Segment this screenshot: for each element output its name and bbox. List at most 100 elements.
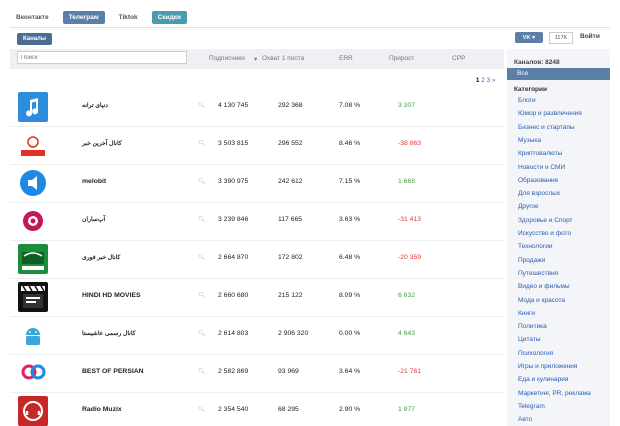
search-icon[interactable]: 🔍︎	[198, 368, 206, 375]
table-row[interactable]: دنیای ترانه 🔍︎ 4 130 745 292 368 7.08 % …	[10, 89, 504, 127]
col-reach[interactable]: Охват 1 поста	[262, 55, 304, 62]
tab-discounts[interactable]: Скидки	[151, 10, 187, 24]
sidebar-category[interactable]: Блоги	[518, 97, 536, 104]
sidebar-category[interactable]: Маркетинг, PR, реклама	[518, 390, 591, 397]
reach-value: 117 665	[278, 216, 303, 223]
sort-arrow-icon: ▾	[254, 56, 258, 63]
page-1[interactable]: 1	[476, 78, 479, 84]
khabar-fori-logo	[18, 244, 48, 274]
channel-name[interactable]: HINDI HD MOVIES	[82, 292, 141, 299]
channel-count: Каналов: 8248	[514, 59, 560, 66]
sidebar-category[interactable]: Здоровье и Спорт	[518, 217, 573, 224]
sidebar-category[interactable]: Психология	[518, 350, 553, 357]
channel-name[interactable]: کانال آخرین خبر	[82, 140, 122, 147]
search-icon[interactable]: 🔍︎	[198, 216, 206, 223]
sidebar-category[interactable]: Цитаты	[518, 336, 540, 343]
channel-name[interactable]: BEST OF PERSIAN	[82, 368, 144, 375]
col-cpp[interactable]: CPP	[452, 55, 465, 62]
table-row[interactable]: کانال رسمی عاشیستا 🔍︎ 2 614 803 2 906 32…	[10, 317, 504, 355]
err-value: 7.08 %	[339, 102, 361, 109]
sidebar-category[interactable]: Новости и СМИ	[518, 164, 565, 171]
search-icon[interactable]: 🔍︎	[198, 330, 206, 337]
sidebar-category[interactable]: Продажи	[518, 257, 545, 264]
reach-value: 172 802	[278, 254, 303, 261]
sidebar-category[interactable]: Юмор и развлечения	[518, 110, 582, 117]
sidebar-category[interactable]: Путешествия	[518, 270, 558, 277]
table-row[interactable]: کانال آخرین خبر 🔍︎ 3 503 815 296 552 8.4…	[10, 127, 504, 165]
sidebar-category[interactable]: Бизнес и стартапы	[518, 124, 575, 131]
subscribers-value: 2 660 680	[218, 292, 249, 299]
sidebar-category[interactable]: Telegram	[518, 403, 545, 410]
growth-value: -31 413	[398, 216, 422, 223]
search-icon[interactable]: 🔍︎	[198, 178, 206, 185]
sidebar-category[interactable]: Мода и красота	[518, 297, 565, 304]
search-icon[interactable]: 🔍︎	[198, 254, 206, 261]
subscribers-value: 3 503 815	[218, 140, 249, 147]
sidebar-category[interactable]: Криптовалюты	[518, 150, 562, 157]
subscribers-value: 2 582 869	[218, 368, 249, 375]
channel-name[interactable]: آپ‌ساران	[82, 216, 105, 223]
err-value: 6.48 %	[339, 254, 361, 261]
growth-value: -38 863	[398, 140, 422, 147]
search-icon[interactable]: 🔍︎	[198, 102, 206, 109]
table-row[interactable]: کانال خبر فوری 🔍︎ 2 664 870 172 802 6.48…	[10, 241, 504, 279]
reach-value: 2 906 320	[278, 330, 309, 337]
search-icon[interactable]: 🔍︎	[198, 406, 206, 413]
reach-value: 296 552	[278, 140, 303, 147]
growth-value: 6 632	[398, 292, 416, 299]
radio-muzix-logo	[18, 396, 48, 426]
sidebar-category[interactable]: Видео и фильмы	[518, 283, 570, 290]
sidebar-item-all[interactable]: Все	[507, 68, 610, 80]
search-icon[interactable]: 🔍︎	[198, 292, 206, 299]
sidebar-category[interactable]: Еда и кулинария	[518, 376, 568, 383]
melobit-logo	[18, 168, 48, 198]
sidebar-category[interactable]: Игры и приложения	[518, 363, 577, 370]
vk-like-button[interactable]: VK ♥	[515, 32, 543, 43]
channel-name[interactable]: کانال خبر فوری	[82, 254, 120, 261]
sidebar-category[interactable]: Политика	[518, 323, 547, 330]
growth-value: 1 977	[398, 406, 416, 413]
err-value: 2.90 %	[339, 406, 361, 413]
reach-value: 93 969	[278, 368, 299, 375]
col-growth[interactable]: Прирост	[389, 55, 414, 62]
akharin-khabar-logo	[18, 130, 48, 160]
sidebar-category[interactable]: Авто	[518, 416, 532, 423]
divider	[10, 27, 610, 28]
table-row[interactable]: آپ‌ساران 🔍︎ 3 239 846 117 665 3.63 % -31…	[10, 203, 504, 241]
sidebar-category[interactable]: Для взрослых	[518, 190, 560, 197]
sidebar-category[interactable]: Музыка	[518, 137, 541, 144]
channels-button[interactable]: Каналы	[17, 33, 52, 45]
page-3[interactable]: 3	[487, 78, 490, 84]
growth-value: -21 761	[398, 368, 422, 375]
table-row[interactable]: melobit 🔍︎ 3 390 975 242 612 7.15 % 1 66…	[10, 165, 504, 203]
login-link[interactable]: Войти	[580, 33, 600, 40]
channel-name[interactable]: melobit	[82, 178, 106, 185]
channel-name[interactable]: Radio Muzix	[82, 406, 122, 413]
sidebar-category[interactable]: Книги	[518, 310, 535, 317]
channel-name[interactable]: دنیای ترانه	[82, 102, 108, 109]
search-input[interactable]	[17, 51, 187, 64]
table-row[interactable]: HINDI HD MOVIES 🔍︎ 2 660 680 215 122 8.0…	[10, 279, 504, 317]
sidebar-category[interactable]: Искусство и фото	[518, 230, 571, 237]
subscribers-value: 2 354 540	[218, 406, 249, 413]
search-icon[interactable]: 🔍︎	[198, 140, 206, 147]
tab-tiktok[interactable]: Tiktok	[113, 11, 144, 24]
col-err[interactable]: ERR	[339, 55, 353, 62]
page-next[interactable]: »	[492, 78, 495, 84]
subscribers-value: 4 130 745	[218, 102, 249, 109]
table-row[interactable]: BEST OF PERSIAN 🔍︎ 2 582 869 93 969 3.64…	[10, 355, 504, 393]
tab-telegram[interactable]: Телеграм	[62, 10, 105, 24]
err-value: 8.46 %	[339, 140, 361, 147]
channel-name[interactable]: کانال رسمی عاشیستا	[82, 330, 136, 337]
subscribers-value: 3 390 975	[218, 178, 249, 185]
reach-value: 292 368	[278, 102, 303, 109]
growth-value: -20 359	[398, 254, 422, 261]
sidebar-category[interactable]: Технологии	[518, 243, 553, 250]
sidebar-category[interactable]: Образование	[518, 177, 558, 184]
table-row[interactable]: Radio Muzix 🔍︎ 2 354 540 68 295 2.90 % 1…	[10, 393, 504, 426]
col-subscribers[interactable]: Подписчики	[209, 55, 245, 62]
sidebar-category[interactable]: Другое	[518, 203, 539, 210]
music-note-logo	[18, 92, 48, 122]
tab-vkontakte[interactable]: Вконтакте	[10, 11, 55, 24]
page-2[interactable]: 2	[481, 78, 484, 84]
